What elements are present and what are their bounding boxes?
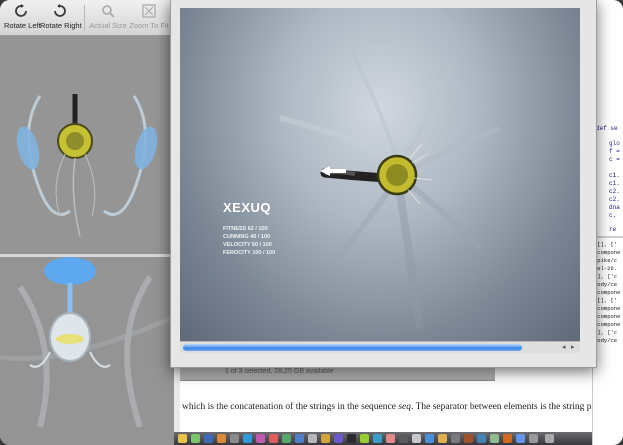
document-text-before: which is the concatenation of the string… [182, 402, 399, 412]
creature-image-1 [0, 36, 174, 254]
output-line: [[], [' [594, 297, 618, 304]
stat-velocity: VELOCITY 50 / 100 [223, 242, 272, 248]
dock-app-icon[interactable] [295, 434, 304, 443]
dock-app-icon[interactable] [425, 434, 434, 443]
dock-app-icon[interactable] [464, 434, 473, 443]
output-line: 'compone [594, 289, 621, 296]
rotate-right-icon [54, 4, 66, 17]
code-line: def se [596, 125, 618, 132]
game-canvas[interactable] [180, 8, 580, 341]
stat-cunning: CUNNING 40 / 100 [223, 234, 271, 240]
stat-ferocity: FEROCITY 100 / 100 [223, 250, 276, 256]
dock-app-icon[interactable] [230, 434, 239, 443]
preview-toolbar: Rotate Left Rotate Right Actual Size Zoo… [0, 0, 174, 36]
dock-app-icon[interactable] [399, 434, 408, 443]
code-line: c = [609, 156, 620, 163]
output-line: ([], [' [594, 241, 618, 248]
dock-app-icon[interactable] [204, 434, 213, 443]
code-line: c2. [609, 196, 620, 203]
dock-app-icon[interactable] [269, 434, 278, 443]
zoom-to-fit-label: Zoom To Fit [129, 21, 169, 30]
creature-image-2 [0, 257, 174, 445]
dock-app-icon[interactable] [360, 434, 369, 443]
preview-page-thumbnail[interactable] [0, 36, 174, 254]
dock-app-icon[interactable] [477, 434, 486, 443]
preview-window: Rotate Left Rotate Right Actual Size Zoo… [0, 0, 174, 445]
actual-size-label: Actual Size [89, 21, 127, 30]
dock-app-icon[interactable] [282, 434, 291, 443]
output-line: body/ce [594, 281, 618, 288]
code-line: glo [609, 140, 620, 147]
actual-size-button[interactable]: Actual Size [89, 4, 127, 30]
rotate-right-label: Rotate Right [40, 21, 82, 30]
dock-app-icon[interactable] [503, 434, 512, 443]
output-line: spike/c [594, 257, 618, 264]
creature-artwork [279, 47, 501, 329]
output-line: 'compone [594, 321, 621, 328]
output-line: [], ['c [594, 273, 618, 280]
code-line: f = [609, 148, 620, 155]
dock-app-icon[interactable] [529, 434, 538, 443]
stat-fitness: FITNESS 62 / 100 [223, 226, 268, 232]
output-line: cel-26. [594, 265, 618, 272]
rotate-left-icon [15, 4, 27, 17]
rotate-right-button[interactable]: Rotate Right [40, 4, 82, 30]
code-line: c2. [609, 188, 620, 195]
dock-app-icon[interactable] [308, 434, 317, 443]
scroll-right-arrow-icon[interactable]: ▸ [571, 343, 575, 351]
dock-app-icon[interactable] [516, 434, 525, 443]
code-line: dna [609, 204, 620, 211]
dock-app-icon[interactable] [451, 434, 460, 443]
dock-app-icon[interactable] [191, 434, 200, 443]
rotate-left-button[interactable]: Rotate Left [4, 4, 41, 30]
dock-app-icon[interactable] [412, 434, 421, 443]
document-code-word: seq [398, 402, 411, 412]
output-line: 'compone [594, 249, 621, 256]
dock-app-icon[interactable] [321, 434, 330, 443]
dock-app-icon[interactable] [334, 434, 343, 443]
desktop-screen: 1 of 3 selected, 28,25 GB available whic… [0, 0, 623, 445]
output-line: 'compone [594, 305, 621, 312]
rotate-left-label: Rotate Left [4, 21, 41, 30]
output-line: 'compone [594, 313, 621, 320]
zoom-to-fit-button[interactable]: Zoom To Fit [128, 4, 170, 30]
dock-app-icon[interactable] [256, 434, 265, 443]
scroll-left-arrow-icon[interactable]: ◂ [562, 343, 566, 351]
preview-page-thumbnail[interactable] [0, 257, 174, 445]
output-line: [], ['c [594, 329, 618, 336]
dock-app-icon[interactable] [178, 434, 187, 443]
dock-app-icon[interactable] [386, 434, 395, 443]
dock-app-icon[interactable] [490, 434, 499, 443]
dock-app-icon[interactable] [373, 434, 382, 443]
magnifier-icon [102, 5, 115, 18]
document-body-text: which is the concatenation of the string… [182, 402, 623, 412]
code-line: c1. [609, 172, 620, 179]
horizontal-scrollbar[interactable]: ◂ ▸ [180, 341, 580, 353]
dock-trash-icon[interactable] [545, 434, 554, 443]
dock-app-icon[interactable] [243, 434, 252, 443]
scrollbar-thumb[interactable] [183, 344, 522, 351]
dock-app-icon[interactable] [347, 434, 356, 443]
code-line: c. [609, 212, 617, 219]
creature-name: XEXUQ [223, 200, 272, 215]
dock-app-icon[interactable] [438, 434, 447, 443]
dock-app-icon[interactable] [217, 434, 226, 443]
zoom-to-fit-icon [142, 4, 156, 18]
code-line: re [609, 226, 617, 233]
finder-status-text: 1 of 3 selected, 28,25 GB available [225, 368, 334, 375]
toolbar-separator [84, 5, 85, 31]
code-line: c1. [609, 180, 620, 187]
output-line: body/ce [594, 337, 618, 344]
